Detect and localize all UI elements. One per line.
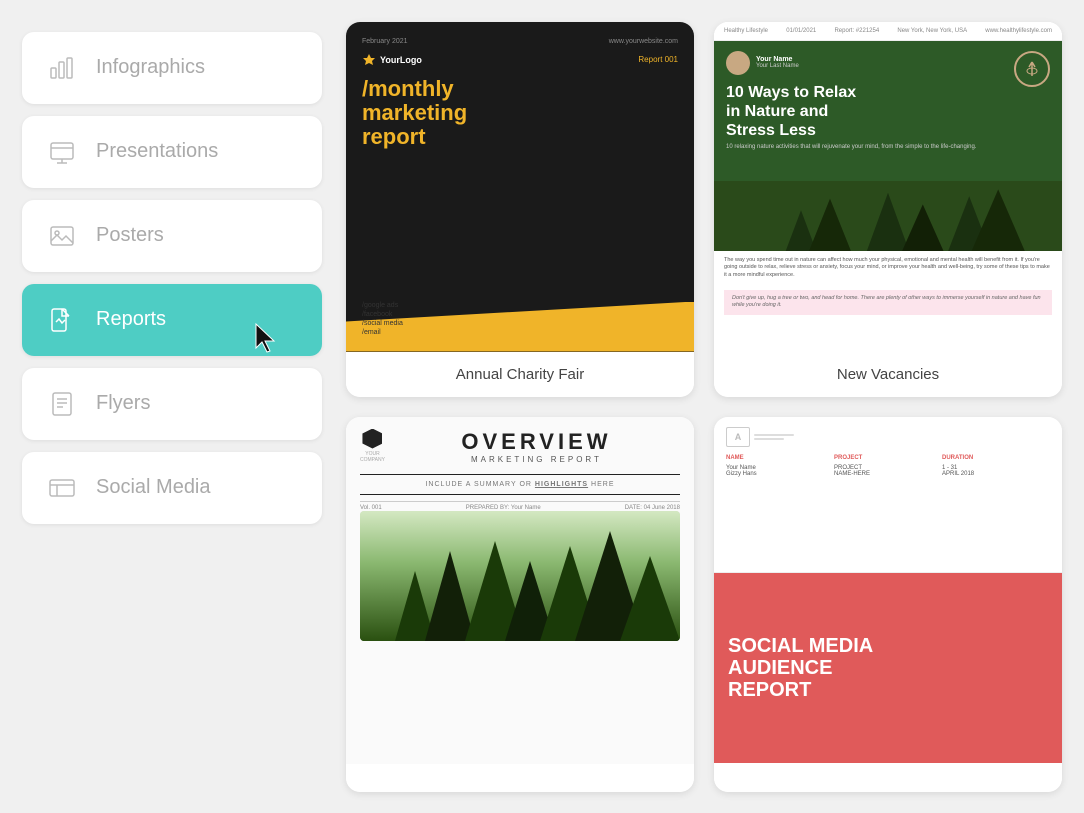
card1-date: February 2021 (362, 38, 408, 45)
sidebar-item-label-posters: Posters (96, 224, 164, 247)
card-monthly-marketing[interactable]: February 2021 www.yourwebsite.com YourLo… (346, 22, 694, 397)
card2-forest-image (714, 181, 1062, 251)
card1-preview: February 2021 www.yourwebsite.com YourLo… (346, 22, 694, 352)
card3-vol: Vol. 001 (360, 505, 382, 511)
card4-table-header: NAME PROJECT DURATION (726, 455, 1050, 461)
card-grid: February 2021 www.yourwebsite.com YourLo… (346, 22, 1062, 792)
card4-td-name: Your NameGizzy Hans (726, 465, 834, 477)
card1-title: /monthlymarketingreport (362, 77, 678, 150)
card4-logo-box: A (726, 427, 750, 447)
card3-label (346, 764, 694, 792)
sidebar: Infographics Presentations (22, 22, 322, 792)
card4-th-project: PROJECT (834, 455, 942, 461)
card3-divider-bottom (360, 494, 680, 495)
card3-date: DATE: 04 June 2018 (625, 505, 680, 511)
card4-report-title: SOCIAL MEDIAAUDIENCEREPORT (728, 635, 873, 701)
card3-preview: YOUR COMPANY OVERVIEW MARKETING REPORT I… (346, 417, 694, 764)
sidebar-item-presentations[interactable]: Presentations (22, 116, 322, 188)
card2-date: 01/01/2021 (786, 28, 816, 34)
reports-icon (44, 302, 80, 338)
card2-subtitle: 10 relaxing nature activities that will … (726, 144, 1050, 150)
card1-logo-text: YourLogo (380, 55, 422, 65)
card3-company: YOUR COMPANY (360, 451, 385, 463)
card3-overview: OVERVIEW MARKETING REPORT (393, 429, 680, 464)
card3-prepared-by: PREPARED BY: Your Name (466, 505, 541, 511)
card2-pink-box: Don't give up, hug a tree or two, and he… (724, 290, 1052, 315)
card4-td-project: PROJECTNAME-HERE (834, 465, 942, 477)
card1-report-num: Report 001 (638, 55, 678, 64)
card4-th-name: NAME (726, 455, 834, 461)
social-icon (44, 470, 80, 506)
card2-text-section: The way you spend time out in nature can… (714, 251, 1062, 286)
card1-links: /google ads /facebook /social media /ema… (362, 302, 403, 336)
sidebar-item-social-media[interactable]: Social Media (22, 452, 322, 524)
card2-avatar (726, 51, 750, 75)
card4-th-duration: DURATION (942, 455, 1050, 461)
card2-circle-icon (1014, 51, 1050, 87)
card-social-media-audience[interactable]: A NAME PROJECT DURATION (714, 417, 1062, 792)
presentation-icon (44, 134, 80, 170)
card-overview-marketing[interactable]: YOUR COMPANY OVERVIEW MARKETING REPORT I… (346, 417, 694, 792)
card3-overview-sub: MARKETING REPORT (393, 455, 680, 464)
card2-location: New York, New York, USA (897, 28, 967, 34)
card4-table-row: Your NameGizzy Hans PROJECTNAME-HERE 1 -… (726, 465, 1050, 477)
sidebar-item-reports[interactable]: Reports (22, 284, 322, 356)
sidebar-item-label-social-media: Social Media (96, 476, 211, 499)
card2-preview: Healthy Lifestyle 01/01/2021 Report: #22… (714, 22, 1062, 352)
card3-overview-title: OVERVIEW (393, 429, 680, 455)
sidebar-item-label-infographics: Infographics (96, 56, 205, 79)
bar-chart-icon (44, 50, 80, 86)
sidebar-item-infographics[interactable]: Infographics (22, 32, 322, 104)
card2-report-num: Report: #221254 (834, 28, 879, 34)
card3-hex-icon (362, 429, 382, 449)
card2-name: Your Name (756, 56, 799, 63)
card4-logo-area: A (726, 427, 1050, 447)
card1-website: www.yourwebsite.com (609, 38, 678, 45)
card3-divider-top (360, 474, 680, 475)
sidebar-item-posters[interactable]: Posters (22, 200, 322, 272)
card4-td-duration: 1 - 31APRIL 2018 (942, 465, 1050, 477)
sidebar-item-label-presentations: Presentations (96, 140, 218, 163)
card2-lastname: Your Last Name (756, 63, 799, 69)
card2-title: 10 Ways to Relaxin Nature andStress Less (726, 83, 1050, 141)
card1-label: Annual Charity Fair (346, 352, 694, 397)
mouse-cursor (252, 322, 284, 363)
card2-brand: Healthy Lifestyle (724, 28, 768, 34)
sidebar-item-label-flyers: Flyers (96, 392, 150, 415)
card-relax-nature[interactable]: Healthy Lifestyle 01/01/2021 Report: #22… (714, 22, 1062, 397)
card4-pink-section: SOCIAL MEDIAAUDIENCEREPORT (714, 573, 1062, 764)
flyer-icon (44, 386, 80, 422)
card3-highlights: INCLUDE A SUMMARY OR HIGHLIGHTS HERE (360, 481, 680, 488)
card4-preview: A NAME PROJECT DURATION (714, 417, 1062, 764)
card4-label (714, 764, 1062, 792)
card2-label: New Vacancies (714, 352, 1062, 397)
sidebar-item-label-reports: Reports (96, 308, 166, 331)
card4-company-lines (754, 434, 794, 440)
sidebar-item-flyers[interactable]: Flyers (22, 368, 322, 440)
image-icon (44, 218, 80, 254)
card3-forest-image (360, 511, 680, 641)
card2-website: www.healthylifestyle.com (985, 28, 1052, 34)
card3-meta: Vol. 001 PREPARED BY: Your Name DATE: 04… (360, 501, 680, 511)
